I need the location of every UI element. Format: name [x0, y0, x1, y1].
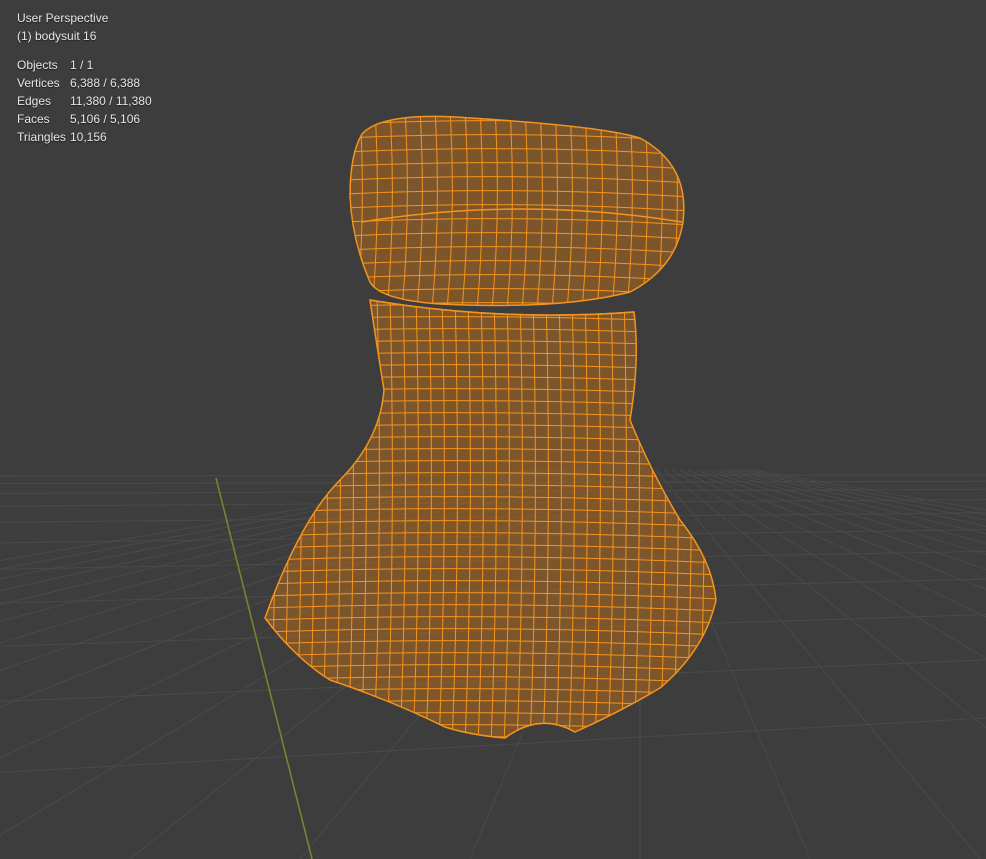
stat-objects: Objects 1 / 1 [17, 56, 152, 74]
stat-label: Vertices [17, 76, 60, 90]
stat-value: 10,156 [70, 130, 107, 144]
stat-value: 11,380 / 11,380 [70, 94, 152, 108]
grid-line [711, 469, 986, 544]
mesh-edge [295, 300, 302, 738]
stat-vertices: Vertices 6,388 / 6,388 [17, 74, 152, 92]
grid-line [687, 469, 986, 590]
mesh-bottom-fill [264, 299, 717, 739]
mesh-edge [265, 736, 716, 738]
stat-label: Faces [17, 112, 50, 126]
y-axis-line [215, 477, 313, 859]
mesh-edge [711, 300, 716, 738]
grid-line [663, 469, 986, 729]
grid-line [671, 469, 986, 660]
3d-viewport[interactable]: User Perspective (1) bodysuit 16 Objects… [0, 0, 986, 859]
stat-edges: Edges 11,380 / 11,380 [17, 92, 152, 110]
stat-label: Triangles [17, 130, 66, 144]
mesh-edge [345, 107, 690, 113]
grid-line [727, 469, 986, 527]
mesh-edge [687, 110, 692, 310]
mesh-edge [282, 300, 289, 738]
stat-triangles: Triangles 10,156 [17, 128, 152, 146]
view-name: User Perspective [17, 11, 109, 25]
stat-label: Edges [17, 94, 52, 108]
stat-label: Objects [17, 58, 58, 72]
bodysuit-mesh[interactable] [257, 107, 720, 745]
object-info: (1) bodysuit 16 [17, 29, 97, 43]
grid-line [719, 469, 986, 535]
mesh-top-fill [349, 115, 685, 307]
mesh-edge [698, 300, 705, 738]
viewport-info-overlay: User Perspective (1) bodysuit 16 Objects… [17, 9, 152, 146]
mesh-edge [685, 300, 692, 738]
mesh-edge [342, 110, 347, 310]
mesh-edge [269, 300, 276, 738]
stat-faces: Faces 5,106 / 5,106 [17, 110, 152, 128]
grid-line [703, 469, 986, 556]
stat-value: 6,388 / 6,388 [70, 76, 141, 90]
grid-line [735, 469, 986, 521]
grid-line [695, 469, 986, 571]
stat-value: 5,106 / 5,106 [70, 112, 141, 126]
stat-value: 1 / 1 [70, 58, 94, 72]
